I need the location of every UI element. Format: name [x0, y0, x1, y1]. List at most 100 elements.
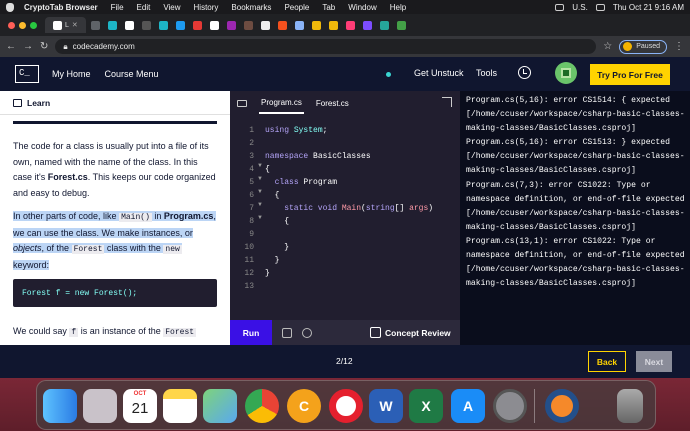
region-label[interactable]: U.S.: [572, 3, 588, 12]
maps-icon[interactable]: [203, 389, 237, 423]
back-arrow-icon[interactable]: ←: [6, 41, 16, 52]
get-unstuck-button[interactable]: Get Unstuck: [414, 68, 464, 78]
codecademy-logo[interactable]: C_: [15, 65, 39, 83]
menu-tab[interactable]: Tab: [322, 3, 335, 12]
learn-title: Learn: [27, 97, 51, 108]
word-icon[interactable]: W: [369, 389, 403, 423]
excel-icon[interactable]: X: [409, 389, 443, 423]
tab[interactable]: [326, 17, 341, 33]
tab[interactable]: [122, 17, 137, 33]
more-menu-icon[interactable]: ⋮: [674, 41, 684, 52]
fold-arrow-icon[interactable]: ▼: [257, 189, 263, 195]
cryptotab-icon[interactable]: C: [287, 389, 321, 423]
macos-menubar: CryptoTab Browser File Edit View History…: [0, 0, 690, 14]
nav-my-home[interactable]: My Home: [52, 69, 91, 79]
reset-icon[interactable]: [302, 327, 312, 338]
line-number: 6: [249, 191, 254, 200]
address-bar[interactable]: 🔒︎ codecademy.com: [55, 39, 597, 54]
user-avatar[interactable]: [555, 62, 577, 84]
tab[interactable]: [258, 17, 273, 33]
clock[interactable]: Thu Oct 21 9:16 AM: [613, 3, 684, 12]
inline-code: new: [163, 245, 182, 254]
tab[interactable]: [156, 17, 171, 33]
chrome-icon[interactable]: [245, 389, 279, 423]
back-button[interactable]: Back: [588, 351, 626, 372]
apple-icon[interactable]: [6, 2, 14, 12]
page-indicator: 2/12: [336, 356, 353, 366]
code-token: static void: [284, 204, 338, 213]
profile-avatar-icon: [623, 42, 633, 51]
concept-review-icon: [370, 327, 381, 338]
try-pro-button[interactable]: Try Pro For Free: [590, 64, 670, 85]
tab[interactable]: [394, 17, 409, 33]
menu-history[interactable]: History: [194, 3, 219, 12]
tab[interactable]: [207, 17, 222, 33]
zoom-window-icon[interactable]: [30, 21, 37, 29]
trash-icon[interactable]: [617, 389, 643, 423]
fold-arrow-icon[interactable]: ▼: [257, 202, 263, 208]
system-preferences-icon[interactable]: [493, 389, 527, 423]
tab[interactable]: [343, 17, 358, 33]
notes-icon[interactable]: [163, 389, 197, 423]
code-content[interactable]: using System; namespace BasicClasses { c…: [265, 124, 433, 280]
menu-window[interactable]: Window: [348, 3, 376, 12]
tab-program-cs[interactable]: Program.cs: [259, 93, 304, 114]
finder-icon[interactable]: [43, 389, 77, 423]
next-button[interactable]: Next: [636, 351, 672, 372]
site-icon: [362, 20, 372, 30]
codecademy-favicon-icon: [53, 20, 62, 30]
tools-button[interactable]: Tools: [476, 68, 497, 78]
wifi-icon[interactable]: [595, 3, 605, 11]
blender-icon[interactable]: [545, 389, 579, 423]
tab[interactable]: [275, 17, 290, 33]
star-icon[interactable]: ☆: [603, 41, 612, 52]
nav-course-menu[interactable]: Course Menu: [105, 69, 159, 79]
tab[interactable]: [309, 17, 324, 33]
timer-icon[interactable]: [518, 66, 531, 79]
menu-file[interactable]: File: [111, 3, 124, 12]
close-window-icon[interactable]: [8, 21, 15, 29]
fold-arrow-icon[interactable]: ▼: [257, 176, 263, 182]
tab-forest-cs[interactable]: Forest.cs: [316, 99, 349, 108]
menu-view[interactable]: View: [163, 3, 180, 12]
site-icon: [226, 20, 236, 30]
run-button[interactable]: Run: [230, 320, 272, 345]
tab[interactable]: [360, 17, 375, 33]
text: In other parts of code, like: [13, 211, 120, 221]
tab[interactable]: [224, 17, 239, 33]
menu-bookmarks[interactable]: Bookmarks: [231, 3, 271, 12]
tab[interactable]: [190, 17, 205, 33]
expand-icon[interactable]: [442, 97, 452, 107]
url-text: codecademy.com: [72, 42, 135, 51]
line-number: 8: [249, 217, 254, 226]
menu-people[interactable]: People: [284, 3, 309, 12]
fold-arrow-icon[interactable]: ▼: [257, 163, 263, 169]
menu-edit[interactable]: Edit: [137, 3, 151, 12]
profile-paused-button[interactable]: Paused: [619, 39, 667, 54]
minimize-window-icon[interactable]: [19, 21, 26, 29]
menu-help[interactable]: Help: [390, 3, 406, 12]
app-store-icon[interactable]: A: [451, 389, 485, 423]
folder-icon[interactable]: [237, 99, 247, 107]
concept-review-button[interactable]: Concept Review: [370, 320, 451, 345]
copy-icon[interactable]: [282, 327, 292, 338]
tab[interactable]: [241, 17, 256, 33]
tab[interactable]: [292, 17, 307, 33]
tab[interactable]: [139, 17, 154, 33]
close-tab-icon[interactable]: ✕: [72, 21, 78, 29]
menu-app-name[interactable]: CryptoTab Browser: [24, 3, 98, 12]
tab[interactable]: [173, 17, 188, 33]
calendar-icon[interactable]: OCT 21: [123, 389, 157, 423]
battery-icon[interactable]: [555, 3, 565, 11]
tab[interactable]: [105, 17, 120, 33]
tab[interactable]: [377, 17, 392, 33]
fold-arrow-icon[interactable]: ▼: [257, 215, 263, 221]
tab[interactable]: [88, 17, 103, 33]
forward-arrow-icon[interactable]: →: [23, 41, 33, 52]
line-number: 7: [249, 204, 254, 213]
tab-codecademy[interactable]: L ✕: [45, 17, 86, 33]
launchpad-icon[interactable]: [83, 389, 117, 423]
reload-icon[interactable]: ↻: [40, 41, 48, 52]
text: , of the: [41, 243, 72, 253]
opera-icon[interactable]: [329, 389, 363, 423]
